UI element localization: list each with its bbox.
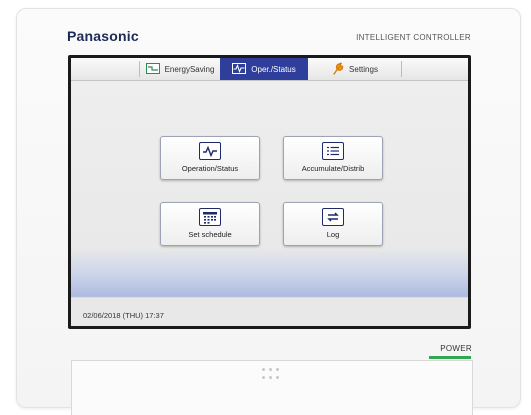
datetime-status: 02/06/2018 (THU) 17:37 — [83, 311, 164, 320]
accumulate-distrib-button[interactable]: Accumulate/Distrib — [283, 136, 383, 180]
tab-label: EnergySaving — [164, 64, 215, 74]
set-schedule-button[interactable]: Set schedule — [160, 202, 260, 246]
energy-saving-icon — [145, 62, 160, 76]
tab-divider — [139, 61, 140, 77]
waveform-icon — [199, 142, 221, 160]
tab-divider — [401, 61, 402, 77]
list-document-icon — [322, 142, 344, 160]
tab-energy-saving[interactable]: EnergySaving — [141, 58, 219, 80]
tab-label: Oper./Status — [251, 64, 296, 74]
log-icon — [322, 208, 344, 226]
brand-logo: Panasonic — [67, 28, 139, 44]
tab-oper-status[interactable]: Oper./Status — [220, 58, 308, 80]
tab-bar: EnergySaving Oper./Status Settings — [71, 58, 468, 81]
power-label: POWER — [440, 344, 472, 353]
operation-status-button[interactable]: Operation/Status — [160, 136, 260, 180]
power-indicator-light — [429, 356, 471, 359]
button-label: Operation/Status — [181, 164, 239, 173]
button-label: Set schedule — [188, 230, 232, 239]
tab-label: Settings — [349, 64, 378, 74]
waveform-icon — [232, 62, 247, 76]
model-label: INTELLIGENT CONTROLLER — [356, 33, 471, 42]
touch-screen: EnergySaving Oper./Status Settings Opera… — [68, 55, 471, 329]
speaker-grille-icon — [262, 368, 282, 382]
wrench-icon — [332, 61, 344, 77]
log-button[interactable]: Log — [283, 202, 383, 246]
tab-settings[interactable]: Settings — [311, 58, 399, 80]
button-label: Log — [326, 230, 340, 239]
calendar-icon — [199, 208, 221, 226]
screen-display: EnergySaving Oper./Status Settings Opera… — [71, 58, 468, 326]
button-label: Accumulate/Distrib — [301, 164, 365, 173]
main-content: Operation/Status Accumulate/Distrib Set … — [71, 81, 468, 326]
